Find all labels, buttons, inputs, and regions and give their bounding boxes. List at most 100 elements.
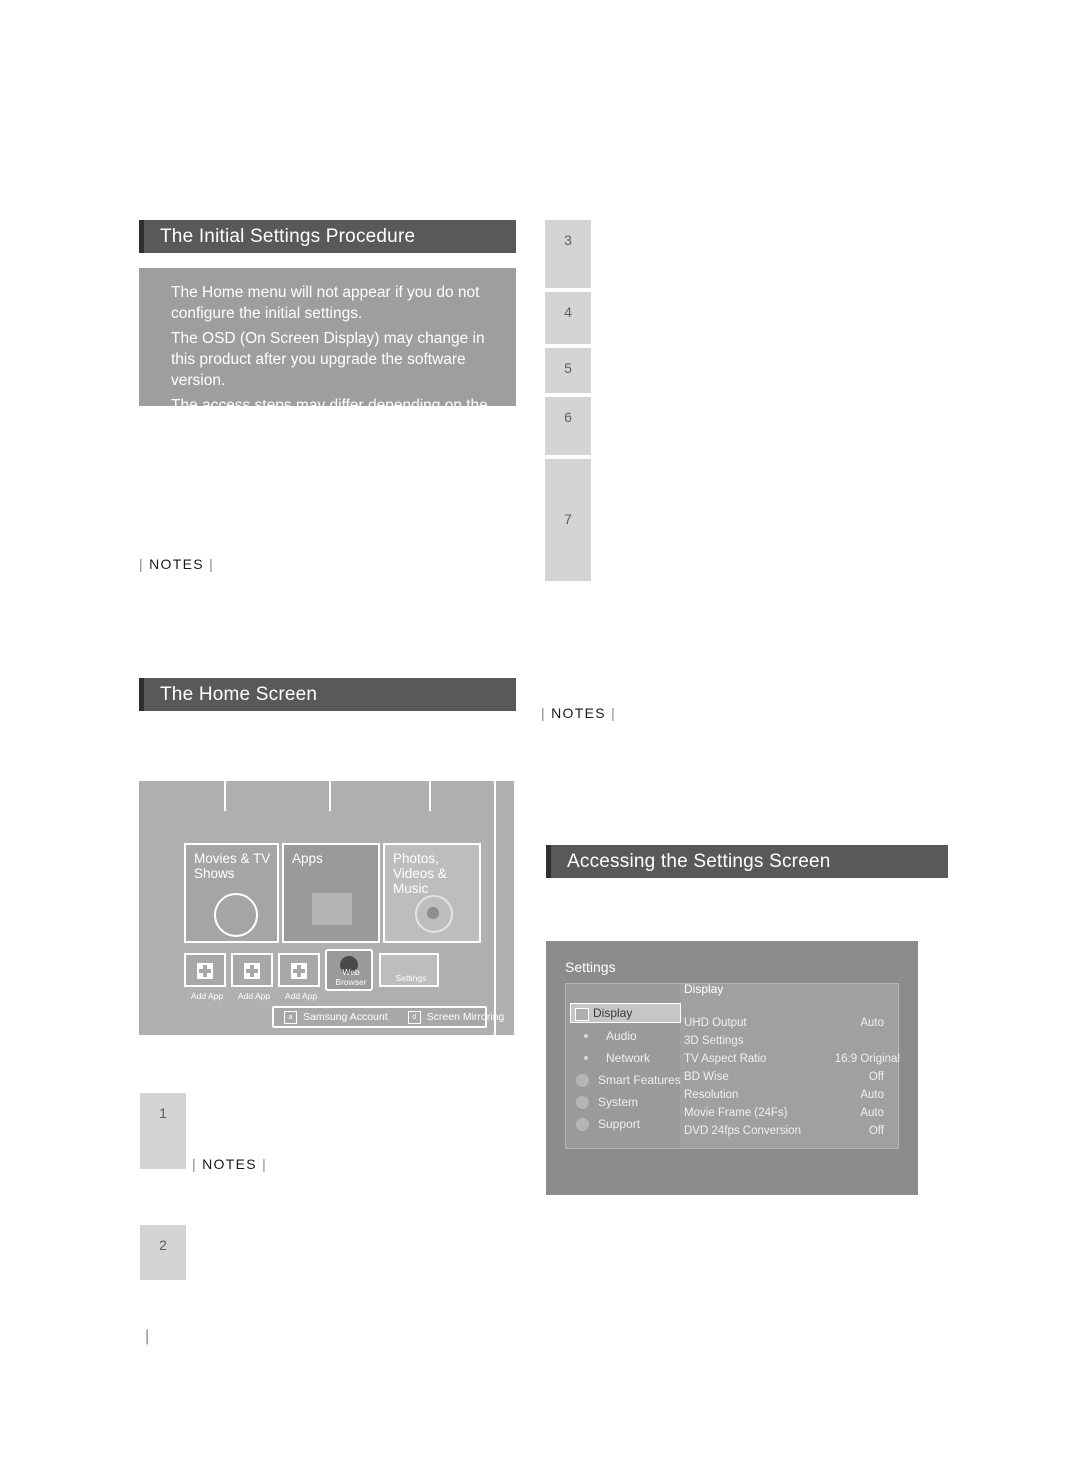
settings-panel-title: Display xyxy=(684,982,724,996)
3d-settings-key: 3D Settings xyxy=(684,1035,744,1047)
settings-menu-item-system[interactable]: System xyxy=(576,1095,638,1109)
settings-menu-item-display[interactable]: Display xyxy=(570,1003,681,1023)
settings-menu-item-support[interactable]: Support xyxy=(576,1117,640,1131)
support-icon xyxy=(576,1117,589,1131)
uhd-output-key: UHD Output xyxy=(684,1017,747,1029)
settings-screen-mockup: Settings Display Audio Network Smart Fea… xyxy=(546,941,918,1195)
heading-accessing-settings-screen: Accessing the Settings Screen xyxy=(546,845,948,878)
bd-wise-key: BD Wise xyxy=(684,1071,729,1083)
footer-tick-mark: | xyxy=(145,1328,150,1345)
step-number-5: 5 xyxy=(545,348,591,393)
network-menu-label: Network xyxy=(606,1051,651,1065)
settings-menu-item-network[interactable]: Network xyxy=(580,1051,650,1065)
settings-row-movie-frame[interactable]: Movie Frame (24Fs) Auto xyxy=(684,1107,884,1119)
initial-settings-note-1: The Home menu will not appear if you do … xyxy=(171,284,480,322)
step-number-2: 2 xyxy=(140,1225,186,1280)
tv-aspect-ratio-key: TV Aspect Ratio xyxy=(684,1053,767,1065)
audio-icon xyxy=(584,1034,588,1038)
heading-home-screen: The Home Screen xyxy=(139,678,516,711)
notes-text-initial: NOTES xyxy=(149,556,204,572)
home-button-add-app-3[interactable]: Add App xyxy=(278,953,320,1001)
settings-row-dvd-24fps[interactable]: DVD 24fps Conversion Off xyxy=(684,1125,884,1137)
initial-settings-note-block: The Home menu will not appear if you do … xyxy=(139,268,516,435)
movie-frame-value: Auto xyxy=(860,1107,884,1119)
settings-menu-item-smart-features[interactable]: Smart Features xyxy=(576,1073,681,1087)
smart-features-icon xyxy=(576,1073,589,1087)
step-6-label: 6 xyxy=(564,409,572,425)
bd-wise-value: Off xyxy=(868,1071,884,1083)
samsung-account-label: Samsung Account xyxy=(303,1011,388,1023)
smart-features-menu-label: Smart Features xyxy=(598,1073,681,1087)
apps-glyph-icon xyxy=(312,893,352,925)
heading-accessing-settings-label: Accessing the Settings Screen xyxy=(567,850,831,872)
cast-icon: d xyxy=(407,1010,421,1024)
display-menu-label: Display xyxy=(593,1006,633,1020)
home-button-web-browser[interactable]: Web Browser xyxy=(325,949,373,991)
network-icon xyxy=(584,1056,588,1060)
person-icon: a xyxy=(284,1010,297,1024)
settings-row-resolution[interactable]: Resolution Auto xyxy=(684,1089,884,1101)
heading-home-screen-label: The Home Screen xyxy=(160,683,318,705)
notes-text-home-right: NOTES xyxy=(551,705,606,721)
settings-row-3d-settings[interactable]: 3D Settings xyxy=(684,1035,884,1047)
step-number-6: 6 xyxy=(545,397,591,455)
resolution-value: Auto xyxy=(860,1089,884,1101)
notes-label-initial-settings: | NOTES | xyxy=(139,556,214,572)
notes-text-home: NOTES xyxy=(202,1156,257,1172)
step-4-label: 4 xyxy=(564,304,572,320)
step-number-4: 4 xyxy=(545,292,591,344)
home-bottom-bar: a Samsung Account d Screen Mirroring xyxy=(272,1006,504,1028)
bottom-bar-screen-mirroring[interactable]: d Screen Mirroring xyxy=(398,1010,515,1024)
uhd-output-value: Auto xyxy=(860,1017,884,1029)
resolution-key: Resolution xyxy=(684,1089,739,1101)
step-number-7: 7 xyxy=(545,459,591,581)
step-3-label: 3 xyxy=(564,232,572,248)
settings-row-bd-wise[interactable]: BD Wise Off xyxy=(684,1071,884,1083)
settings-button-label: Settings xyxy=(395,973,427,983)
heading-initial-settings-procedure-label: The Initial Settings Procedure xyxy=(160,225,416,247)
home-tile-apps[interactable]: Apps xyxy=(282,843,380,943)
add-app-2-label: Add App xyxy=(237,991,271,1001)
notes-label-home-screen: | NOTES | xyxy=(192,1156,267,1172)
support-menu-label: Support xyxy=(598,1117,641,1131)
home-tile-apps-label: Apps xyxy=(292,851,323,866)
system-menu-label: System xyxy=(598,1095,639,1109)
add-app-3-label: Add App xyxy=(284,991,318,1001)
home-tile-movies-label: Movies & TV Shows xyxy=(194,851,271,881)
plus-icon-1 xyxy=(197,963,213,979)
step-5-label: 5 xyxy=(564,360,572,376)
home-tile-photos-videos-music[interactable]: Photos, Videos & Music xyxy=(383,843,481,943)
audio-menu-label: Audio xyxy=(606,1029,637,1043)
step-1-label: 1 xyxy=(159,1105,167,1121)
heading-initial-settings-procedure: The Initial Settings Procedure xyxy=(139,220,516,253)
bottom-bar-samsung-account[interactable]: a Samsung Account xyxy=(274,1010,398,1024)
home-tile-photos-label: Photos, Videos & Music xyxy=(393,851,447,896)
step-2-label: 2 xyxy=(159,1237,167,1253)
system-icon xyxy=(576,1095,589,1109)
step-number-1: 1 xyxy=(140,1093,186,1169)
notes-bar-right-2: | xyxy=(611,705,617,721)
notes-bar-left: | xyxy=(139,556,144,572)
dvd-24fps-value: Off xyxy=(868,1125,884,1137)
document-page: The Initial Settings Procedure The Home … xyxy=(0,0,1080,1479)
home-tile-movies-tv-shows[interactable]: Movies & TV Shows xyxy=(184,843,279,943)
home-button-settings[interactable]: Settings xyxy=(379,953,439,987)
dvd-24fps-key: DVD 24fps Conversion xyxy=(684,1125,801,1137)
movies-circle-icon xyxy=(214,893,258,937)
notes-bar-left-3: | xyxy=(192,1156,197,1172)
plus-icon-2 xyxy=(244,963,260,979)
notes-bar-right: | xyxy=(209,556,215,572)
settings-screen-title: Settings xyxy=(565,959,616,975)
settings-menu-item-audio[interactable]: Audio xyxy=(580,1029,637,1043)
tv-aspect-ratio-value: 16:9 Original xyxy=(834,1053,900,1065)
step-7-label: 7 xyxy=(564,511,572,527)
screen-mirroring-label: Screen Mirroring xyxy=(426,1011,505,1023)
settings-row-uhd-output[interactable]: UHD Output Auto xyxy=(684,1017,884,1029)
home-button-add-app-1[interactable]: Add App xyxy=(184,953,226,1001)
settings-row-tv-aspect-ratio[interactable]: TV Aspect Ratio 16:9 Original xyxy=(684,1053,900,1065)
step-number-3: 3 xyxy=(545,220,591,288)
home-button-add-app-2[interactable]: Add App xyxy=(231,953,273,1001)
add-app-1-label: Add App xyxy=(190,991,224,1001)
web-browser-label: Web Browser xyxy=(335,967,367,987)
initial-settings-note-2: The OSD (On Screen Display) may change i… xyxy=(171,330,485,389)
